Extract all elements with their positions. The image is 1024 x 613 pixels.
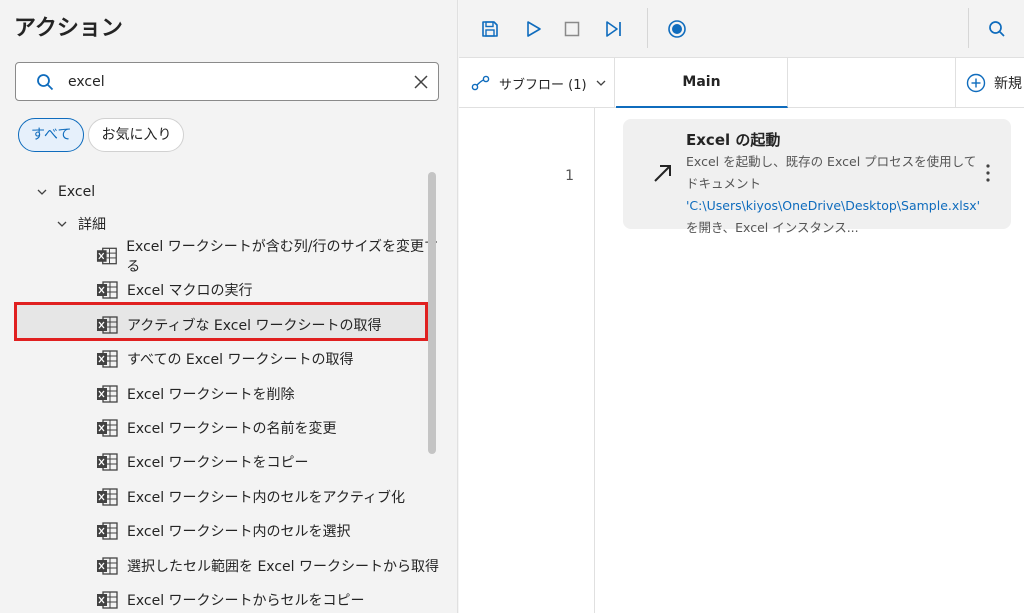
filter-chips: すべて お気に入り xyxy=(18,118,185,152)
stop-button[interactable] xyxy=(558,15,586,43)
action-item-label: Excel ワークシートを削除 xyxy=(127,386,295,403)
search-icon xyxy=(989,21,1005,37)
action-item[interactable]: アクティブな Excel ワークシートの取得 xyxy=(0,309,440,341)
more-vertical-icon[interactable] xyxy=(981,161,995,185)
run-button[interactable] xyxy=(519,15,547,43)
step-icon xyxy=(606,21,621,37)
search-box[interactable] xyxy=(15,62,439,101)
excel-icon xyxy=(97,591,118,609)
action-item-label: Excel ワークシートをコピー xyxy=(127,455,309,472)
tree-subgroup-details[interactable]: 詳細 xyxy=(56,208,106,240)
excel-icon xyxy=(97,316,118,334)
chevron-down-icon xyxy=(57,221,67,227)
save-button[interactable] xyxy=(476,15,504,43)
save-icon xyxy=(482,21,498,37)
action-step-file-path: 'C:\Users\kiyos\OneDrive\Desktop\Sample.… xyxy=(686,198,981,213)
search-button[interactable] xyxy=(983,15,1011,43)
action-item-label: Excel ワークシートの名前を変更 xyxy=(127,421,337,437)
new-subflow-button[interactable]: 新規 xyxy=(955,58,1024,108)
action-item[interactable]: Excel ワークシートを削除 xyxy=(0,378,440,410)
action-step-desc-suffix: を開き、Excel インスタンス... xyxy=(686,220,859,235)
subflows-label: サブフロー (1) xyxy=(499,77,587,93)
tab-main[interactable]: Main xyxy=(616,58,788,108)
action-item[interactable]: Excel マクロの実行 xyxy=(0,274,440,306)
flow-designer: サブフロー (1) Main 新規 1 Excel の起動 Excel を起動し… xyxy=(459,0,1024,613)
excel-icon xyxy=(97,556,118,575)
flow-tabs: サブフロー (1) Main 新規 xyxy=(459,58,1024,108)
action-item[interactable]: Excel ワークシートからセルをコピー xyxy=(0,584,440,613)
record-icon xyxy=(668,20,686,38)
subflows-dropdown[interactable]: サブフロー (1) xyxy=(459,58,615,108)
action-item-label: Excel ワークシートが含む列/行のサイズを変更する xyxy=(126,239,439,275)
excel-icon xyxy=(97,419,118,437)
excel-icon xyxy=(97,384,118,403)
line-number-gutter: 1 xyxy=(459,108,595,613)
action-item-label: アクティブな Excel ワークシートの取得 xyxy=(127,317,382,334)
action-item[interactable]: 選択したセル範囲を Excel ワークシートから取得 xyxy=(0,550,440,582)
close-icon[interactable] xyxy=(412,73,430,91)
search-input[interactable] xyxy=(68,72,398,92)
record-button[interactable] xyxy=(663,15,691,43)
actions-scrollbar[interactable] xyxy=(428,172,436,454)
action-item-label: Excel マクロの実行 xyxy=(127,283,253,300)
actions-panel: アクション すべて お気に入り Excel 詳細 xyxy=(0,0,458,613)
filter-favorites[interactable]: お気に入り xyxy=(88,118,185,152)
action-item[interactable]: すべての Excel ワークシートの取得 xyxy=(0,343,440,375)
action-step-description: Excel を起動し、既存の Excel プロセスを使用してドキュメント 'C:… xyxy=(686,151,986,239)
action-item-label: Excel ワークシート内のセルを選択 xyxy=(127,524,351,541)
tree-group-excel[interactable]: Excel xyxy=(36,176,95,208)
tree-subgroup-label: 詳細 xyxy=(78,217,106,233)
action-item[interactable]: Excel ワークシート内のセルをアクティブ化 xyxy=(0,481,440,513)
excel-icon xyxy=(97,488,118,506)
app-window: アクション すべて お気に入り Excel 詳細 xyxy=(0,0,1024,613)
action-item[interactable]: Excel ワークシートをコピー xyxy=(0,446,440,478)
line-number: 1 xyxy=(565,168,574,184)
excel-icon xyxy=(97,453,118,472)
action-item-label: Excel ワークシート内のセルをアクティブ化 xyxy=(127,489,405,506)
actions-panel-title: アクション xyxy=(14,16,123,41)
new-subflow-label: 新規 xyxy=(994,76,1022,92)
action-item[interactable]: Excel ワークシートの名前を変更 xyxy=(0,412,440,444)
action-step-desc-prefix: Excel を起動し、既存の Excel プロセスを使用してドキュメント xyxy=(686,154,977,191)
action-step-card[interactable]: Excel の起動 Excel を起動し、既存の Excel プロセスを使用して… xyxy=(623,119,1011,235)
tree-group-label: Excel xyxy=(58,184,96,200)
add-circle-icon xyxy=(966,73,986,93)
toolbar-divider xyxy=(647,8,648,48)
excel-icon xyxy=(96,247,117,265)
action-item-label: 選択したセル範囲を Excel ワークシートから取得 xyxy=(127,558,439,575)
excel-icon xyxy=(97,281,118,300)
excel-icon xyxy=(97,522,118,540)
run-next-action-button[interactable] xyxy=(600,15,628,43)
action-step-title: Excel の起動 xyxy=(686,131,781,149)
subflow-icon xyxy=(471,75,490,91)
chevron-down-icon xyxy=(37,189,47,195)
toolbar xyxy=(459,0,1024,58)
run-icon xyxy=(527,21,541,37)
search-icon xyxy=(37,74,54,91)
stop-icon xyxy=(564,21,580,37)
toolbar-divider xyxy=(968,8,969,48)
action-item[interactable]: Excel ワークシート内のセルを選択 xyxy=(0,515,440,547)
filter-all[interactable]: すべて xyxy=(18,118,85,152)
excel-icon xyxy=(97,350,118,368)
launch-arrow-icon xyxy=(654,165,671,182)
action-item[interactable]: Excel ワークシートが含む列/行のサイズを変更する xyxy=(0,239,440,275)
chevron-down-icon xyxy=(596,80,606,86)
action-item-label: Excel ワークシートからセルをコピー xyxy=(127,593,365,609)
action-item-label: すべての Excel ワークシートの取得 xyxy=(127,352,354,369)
